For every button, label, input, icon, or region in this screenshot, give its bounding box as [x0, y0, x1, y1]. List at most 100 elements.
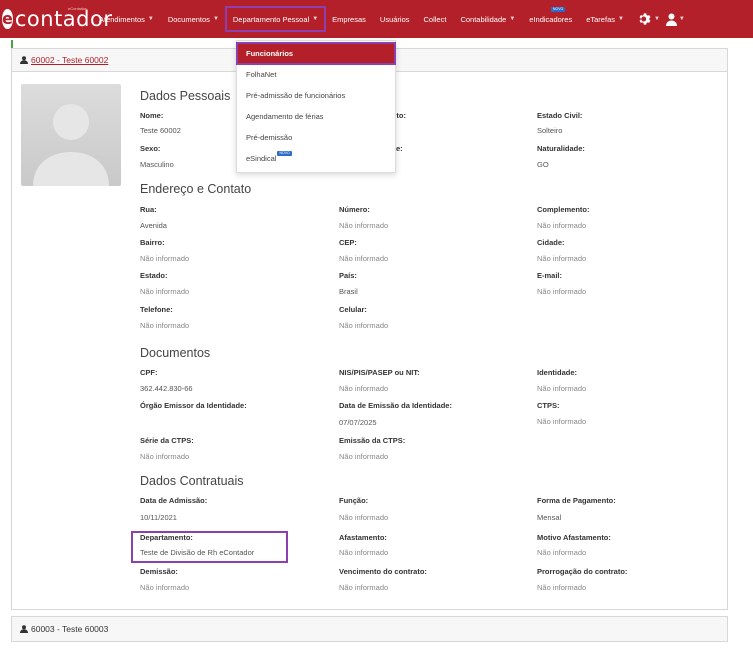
- section-endereco: Endereço e Contato: [140, 182, 252, 196]
- nis-label: NIS/PIS/PASEP ou NIT:: [339, 368, 420, 377]
- nav-departamento-pessoal[interactable]: Departamento Pessoal ▼: [224, 6, 327, 32]
- user-menu-button[interactable]: ▼: [665, 13, 685, 26]
- data-emissao-id-label: Data de Emissão da Identidade:: [339, 401, 452, 410]
- cep-label: CEP:: [339, 238, 357, 247]
- afastamento-value: Não informado: [339, 548, 389, 557]
- serie-ctps-label: Série da CTPS:: [140, 436, 194, 445]
- complemento-label: Complemento:: [537, 205, 590, 214]
- menu-item-pre-admissao[interactable]: Pré-admissão de funcionários: [237, 85, 395, 106]
- orgao-emissor-label: Órgão Emissor da Identidade:: [140, 401, 247, 410]
- funcao-label: Função:: [339, 496, 369, 505]
- gear-icon: [639, 13, 651, 25]
- brand-e-icon: e: [2, 9, 13, 29]
- new-badge: NOVO: [550, 7, 566, 12]
- afastamento-label: Afastamento:: [339, 533, 387, 542]
- vencimento-value: Não informado: [339, 583, 389, 592]
- sexo-value: Masculino: [140, 160, 174, 169]
- pais-label: País:: [339, 271, 357, 280]
- forma-pagamento-label: Forma de Pagamento:: [537, 496, 616, 505]
- menu-item-agendamento-ferias[interactable]: Agendamento de férias: [237, 106, 395, 127]
- prorrogacao-value: Não informado: [537, 583, 587, 592]
- nome-label: Nome:: [140, 111, 164, 120]
- telefone-value: Não informado: [140, 321, 190, 330]
- cpf-label: CPF:: [140, 368, 158, 377]
- email-label: E-mail:: [537, 271, 563, 280]
- menu-item-folhanet[interactable]: FolhaNet: [237, 64, 395, 85]
- menu-item-funcionarios[interactable]: Funcionários: [236, 42, 396, 65]
- top-navbar: e contador eContador Atendimentos ▼ Docum…: [0, 0, 753, 38]
- nav-label: Departamento Pessoal: [232, 14, 310, 24]
- motivo-afastamento-label: Motivo Afastamento:: [537, 533, 611, 542]
- menu-item-esindical[interactable]: eSindical NOVO: [237, 148, 395, 169]
- chevron-down-icon: ▼: [653, 16, 660, 22]
- partial-label: e:: [396, 144, 403, 153]
- identidade-label: Identidade:: [537, 368, 578, 377]
- section-dados-contratuais: Dados Contratuais: [140, 474, 244, 488]
- brand-logo[interactable]: e contador eContador: [2, 0, 112, 38]
- estado-value: Não informado: [140, 287, 190, 296]
- telefone-label: Telefone:: [140, 305, 173, 314]
- admissao-value: 10/11/2021: [140, 513, 177, 522]
- nav-label: Collect: [423, 14, 447, 24]
- nav-collect[interactable]: Collect: [417, 7, 454, 31]
- nav-usuarios[interactable]: Usuários: [373, 7, 417, 31]
- estado-label: Estado:: [140, 271, 168, 280]
- nav-label: Empresas: [332, 14, 366, 24]
- nav-label: Usuários: [379, 14, 410, 24]
- cpf-value: 362.442.830-66: [140, 384, 193, 393]
- nav-atendimentos[interactable]: Atendimentos ▼: [92, 7, 161, 31]
- departamento-highlight: [131, 531, 288, 563]
- rua-label: Rua:: [140, 205, 157, 214]
- ctps-label: CTPS:: [537, 401, 560, 410]
- prorrogacao-label: Prorrogação do contrato:: [537, 567, 628, 576]
- funcao-value: Não informado: [339, 513, 389, 522]
- nis-value: Não informado: [339, 384, 389, 393]
- data-emissao-id-value: 07/07/2025: [339, 418, 377, 427]
- serie-ctps-value: Não informado: [140, 452, 190, 461]
- nome-value: Teste 60002: [140, 126, 181, 135]
- section-dados-pessoais: Dados Pessoais: [140, 89, 231, 103]
- pais-value: Brasil: [339, 287, 358, 296]
- ctps-value: Não informado: [537, 417, 587, 426]
- person-icon: [20, 625, 28, 633]
- vencimento-label: Vencimento do contrato:: [339, 567, 427, 576]
- demissao-label: Demissão:: [140, 567, 178, 576]
- chevron-down-icon: ▼: [678, 16, 685, 22]
- nav-empresas[interactable]: Empresas: [325, 7, 373, 31]
- estado-civil-value: Solteiro: [537, 126, 563, 135]
- cidade-label: Cidade:: [537, 238, 565, 247]
- emissao-ctps-label: Emissão da CTPS:: [339, 436, 406, 445]
- chevron-down-icon: ▼: [618, 16, 624, 22]
- new-badge: NOVO: [277, 151, 292, 156]
- employee-header-2[interactable]: 60003 - Teste 60003: [11, 616, 728, 642]
- nav-etarefas[interactable]: eTarefas ▼: [579, 7, 631, 31]
- nav-eindicadores[interactable]: eIndicadores NOVO: [522, 7, 579, 31]
- menu-item-pre-demissao[interactable]: Pré-demissão: [237, 127, 395, 148]
- main-nav: Atendimentos ▼ Documentos ▼ Departamento P…: [92, 0, 688, 38]
- employee-2-label: 60003 - Teste 60003: [31, 624, 109, 634]
- bairro-value: Não informado: [140, 254, 190, 263]
- numero-value: Não informado: [339, 221, 389, 230]
- estado-civil-label: Estado Civil:: [537, 111, 583, 120]
- identidade-value: Não informado: [537, 384, 587, 393]
- forma-pagamento-value: Mensal: [537, 513, 562, 522]
- chevron-down-icon: ▼: [509, 16, 516, 22]
- chevron-down-icon: ▼: [312, 16, 319, 22]
- nav-documentos[interactable]: Documentos ▼: [161, 7, 226, 31]
- settings-button[interactable]: ▼: [638, 12, 660, 26]
- cep-value: Não informado: [339, 254, 389, 263]
- nav-label: Atendimentos: [99, 14, 145, 24]
- celular-label: Celular:: [339, 305, 367, 314]
- naturalidade-value: GO: [537, 160, 549, 169]
- email-value: Não informado: [537, 287, 587, 296]
- departamento-pessoal-dropdown: Funcionários FolhaNet Pré-admissão de fu…: [236, 40, 396, 173]
- nav-contabilidade[interactable]: Contabilidade ▼: [453, 7, 522, 31]
- avatar-placeholder-icon: [33, 104, 109, 186]
- bairro-label: Bairro:: [140, 238, 165, 247]
- brand-tag: eContador: [68, 6, 87, 11]
- employee-photo: [21, 84, 121, 186]
- section-documentos: Documentos: [140, 346, 211, 360]
- employee-link[interactable]: 60002 - Teste 60002: [31, 55, 108, 65]
- sexo-label: Sexo:: [140, 144, 161, 153]
- motivo-afastamento-value: Não informado: [537, 548, 587, 557]
